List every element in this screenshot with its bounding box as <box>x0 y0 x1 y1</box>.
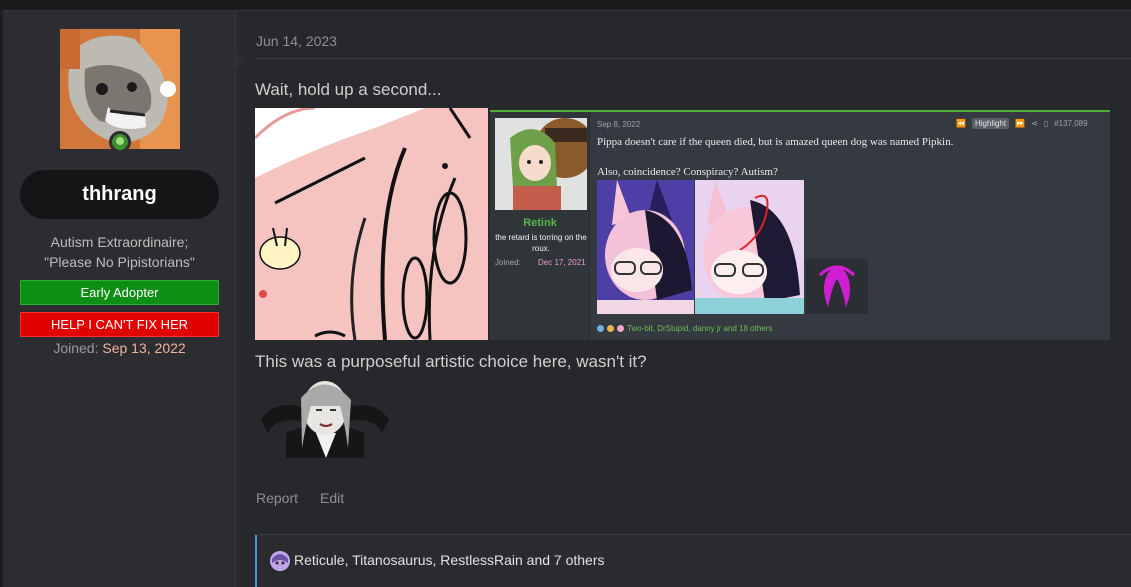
user-cell: thhrang Autism Extraordinaire; "Please N… <box>3 11 236 587</box>
reaction-emoji-image <box>270 551 290 571</box>
embedded-post-date: Sep 8, 2022 <box>597 120 641 129</box>
attached-image-sticker[interactable] <box>256 378 394 458</box>
user-banner-custom: HELP I CAN'T FIX HER <box>20 312 219 337</box>
post-date[interactable]: Jun 14, 2023 <box>256 33 337 49</box>
embedded-joined-date: Dec 17, 2021 <box>538 258 586 267</box>
username[interactable]: thhrang <box>20 170 219 219</box>
forward-icon: ⏩ <box>1015 119 1026 128</box>
react-icon-2 <box>607 325 614 332</box>
embedded-post-text-2: Also, coincidence? Conspiracy? Autism? <box>597 166 778 178</box>
embedded-reactions: Two-bit, DrStupid, danny jr and 18 other… <box>597 324 772 333</box>
reaction-emoji-icon <box>270 551 290 571</box>
rewind-icon: ⏪ <box>956 119 966 128</box>
user-joined: Joined: Sep 13, 2022 <box>3 340 236 356</box>
reactions-text[interactable]: Reticule, Titanosaurus, RestlessRain and… <box>294 552 605 568</box>
highlight-badge: Highlight <box>971 118 1010 129</box>
top-bar <box>0 0 1131 10</box>
embedded-reactions-text: Two-bit, DrStupid, danny jr and 18 other… <box>627 324 773 333</box>
user-banner-early-adopter: Early Adopter <box>20 280 219 305</box>
attached-image-sketch[interactable] <box>255 108 488 340</box>
joined-label: Joined: <box>53 340 99 356</box>
sticker-drawing <box>261 381 389 458</box>
joined-date: Sep 13, 2022 <box>102 340 186 356</box>
embedded-user-cell: Retink the retard is torring on the roux… <box>490 112 590 340</box>
react-icon-1 <box>597 325 604 332</box>
share-icon: ⋖ <box>1031 119 1038 128</box>
embedded-post-tools: ⏪ Highlight ⏩ ⋖ ▯ #137,089 <box>956 118 1088 129</box>
purple-logo-icon <box>806 259 868 314</box>
embedded-image-2 <box>695 180 804 314</box>
embedded-joined-label: Joined: <box>495 258 521 267</box>
user-title-line-1: Autism Extraordinaire; <box>50 234 189 250</box>
embedded-logo-icon <box>806 259 868 314</box>
embedded-post-text-1: Pippa doesn't care if the queen died, bu… <box>597 136 954 148</box>
online-indicator-icon <box>109 131 131 153</box>
user-title: Autism Extraordinaire; "Please No Pipist… <box>3 232 236 272</box>
edit-button[interactable]: Edit <box>320 490 344 506</box>
embedded-image-1 <box>597 180 694 314</box>
embedded-avatar <box>495 118 587 210</box>
embedded-author: Retink <box>523 217 557 229</box>
user-cell-arrow <box>236 48 247 70</box>
post-text-line-1: Wait, hold up a second... <box>255 80 442 99</box>
sketch-drawing <box>255 108 488 340</box>
anime-image-1 <box>597 180 694 314</box>
user-title-line-2: "Please No Pipistorians" <box>44 254 195 270</box>
post-text-line-2: This was a purposeful artistic choice he… <box>255 352 647 371</box>
report-button[interactable]: Report <box>256 490 298 506</box>
divider <box>254 58 1131 59</box>
react-icon-3 <box>617 325 624 332</box>
reactions-bar[interactable]: Reticule, Titanosaurus, RestlessRain and… <box>255 535 1131 587</box>
bookmark-icon: ▯ <box>1043 119 1049 128</box>
anime-image-2 <box>695 180 804 314</box>
embedded-post-screenshot[interactable]: Retink the retard is torring on the roux… <box>490 110 1110 340</box>
embedded-post-number: #137,089 <box>1054 119 1088 128</box>
embedded-author-title: the retard is torring on the roux. <box>495 233 587 253</box>
embedded-avatar-image <box>495 118 587 210</box>
